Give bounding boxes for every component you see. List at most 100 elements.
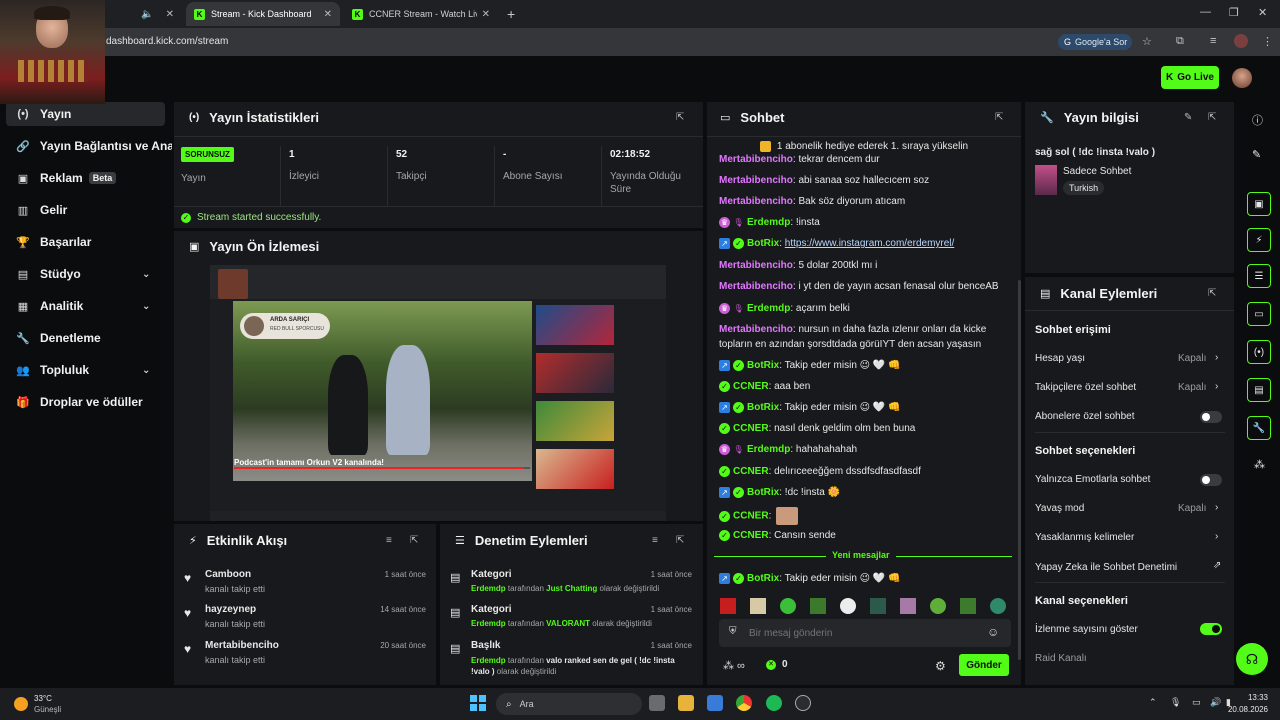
sidebar-item-revenue[interactable]: ▥ Gelir bbox=[16, 198, 68, 222]
emote-icon[interactable] bbox=[810, 598, 826, 614]
store-icon[interactable] bbox=[707, 695, 723, 711]
chevron-down-icon[interactable]: ⌄ bbox=[142, 301, 150, 312]
weather-desc[interactable]: Güneşli bbox=[34, 705, 61, 714]
slow-mode-value[interactable]: Kapalı bbox=[1178, 503, 1206, 514]
minimize-icon[interactable]: — bbox=[1200, 6, 1211, 18]
sidebar-item-studio[interactable]: ▤ Stüdyo ⌄ bbox=[16, 262, 166, 286]
followers-only-value[interactable]: Kapalı bbox=[1178, 382, 1206, 393]
avatar[interactable] bbox=[1232, 68, 1252, 88]
chevron-right-icon[interactable]: › bbox=[1215, 352, 1218, 363]
tab-stream-dashboard[interactable]: K Stream - Kick Dashboard ✕ bbox=[186, 2, 340, 26]
profile-icon[interactable] bbox=[1234, 34, 1248, 48]
sidebar-item-moderation[interactable]: 🔧 Denetleme bbox=[16, 326, 101, 350]
chrome-icon[interactable] bbox=[736, 695, 752, 711]
url-input[interactable]: dashboard.kick.com/stream bbox=[106, 36, 228, 47]
tab-muted[interactable]: 🔈 ✕ bbox=[108, 2, 182, 26]
filter-icon[interactable]: ≡ bbox=[386, 535, 392, 546]
settings-icon[interactable]: ▤ bbox=[1247, 378, 1271, 402]
chevron-down-icon[interactable]: ⌄ bbox=[142, 365, 150, 376]
emote-icon[interactable] bbox=[750, 598, 766, 614]
pencil-icon[interactable]: ✎ bbox=[1184, 112, 1192, 123]
chevron-down-icon[interactable]: ⌄ bbox=[142, 269, 150, 280]
emote-icon[interactable] bbox=[720, 598, 736, 614]
emote-icon[interactable] bbox=[900, 598, 916, 614]
clock-time[interactable]: 13:33 bbox=[1228, 693, 1268, 702]
external-link-icon[interactable]: ⇗ bbox=[1213, 560, 1221, 571]
sidebar-item-yayin[interactable]: (•) Yayın bbox=[6, 102, 165, 126]
media-icon[interactable]: ≡ bbox=[1210, 35, 1216, 47]
show-viewers-toggle[interactable] bbox=[1200, 623, 1222, 635]
google-ask-button[interactable]: G Google'a Sor bbox=[1058, 34, 1132, 50]
ai-mod-label[interactable]: Yapay Zeka ile Sohbet Denetimi bbox=[1035, 562, 1177, 573]
emote-icon[interactable] bbox=[930, 598, 946, 614]
points-counter[interactable]: ✕ 0 bbox=[766, 659, 788, 670]
people-infinity-icon[interactable]: ⁂ ∞ bbox=[723, 659, 745, 672]
new-tab-button[interactable]: + bbox=[507, 6, 515, 22]
folder-icon[interactable] bbox=[678, 695, 694, 711]
app-icon[interactable] bbox=[795, 695, 811, 711]
tab-ccner-stream[interactable]: K CCNER Stream - Watch Live on ✕ bbox=[344, 2, 498, 26]
support-headset-icon[interactable]: ☊ bbox=[1236, 643, 1268, 675]
close-window-icon[interactable]: ✕ bbox=[1258, 6, 1267, 19]
close-icon[interactable]: ✕ bbox=[324, 9, 332, 20]
sidebar-item-ads[interactable]: ▣ Reklam Beta bbox=[16, 166, 117, 190]
extensions-icon[interactable]: ⧉ bbox=[1176, 35, 1184, 48]
send-button[interactable]: Gönder bbox=[959, 654, 1009, 676]
popout-icon[interactable]: ⇱ bbox=[1208, 112, 1216, 123]
chat-input[interactable] bbox=[749, 625, 979, 641]
popout-icon[interactable]: ⇱ bbox=[676, 112, 684, 123]
lightning-icon[interactable]: ⚡ bbox=[1247, 228, 1271, 252]
popout-icon[interactable]: ⇱ bbox=[410, 535, 418, 546]
banned-words-label[interactable]: Yasaklanmış kelimeler bbox=[1035, 532, 1134, 543]
sidebar-item-community[interactable]: 👥 Topluluk ⌄ bbox=[16, 358, 166, 382]
community-icon[interactable]: ⁂ bbox=[1254, 458, 1265, 471]
chat-scrollbar[interactable] bbox=[1018, 280, 1021, 660]
clock-date[interactable]: 20.08.2026 bbox=[1218, 705, 1268, 714]
popout-icon[interactable]: ⇱ bbox=[676, 535, 684, 546]
bookmark-star-icon[interactable]: ☆ bbox=[1142, 35, 1152, 48]
popout-icon[interactable]: ⇱ bbox=[1208, 288, 1216, 299]
close-icon[interactable]: ✕ bbox=[166, 9, 174, 20]
list-icon[interactable]: ☰ bbox=[1247, 264, 1271, 288]
info-icon[interactable]: ⓘ bbox=[1252, 112, 1263, 128]
sidebar-item-achievements[interactable]: 🏆 Başarılar bbox=[16, 230, 91, 254]
filter-icon[interactable]: ≡ bbox=[652, 535, 658, 546]
network-icon[interactable]: ▭ bbox=[1192, 697, 1201, 708]
preview-toggle-icon[interactable]: ▣ bbox=[1247, 192, 1271, 216]
emote-icon[interactable] bbox=[840, 598, 856, 614]
weather-temp[interactable]: 33°C bbox=[34, 694, 52, 703]
chat-link[interactable]: https://www.instagram.com/erdemyrel/ bbox=[785, 238, 955, 249]
raid-channel-label[interactable]: Raid Kanalı bbox=[1035, 653, 1087, 664]
chevron-right-icon[interactable]: › bbox=[1215, 531, 1218, 542]
emote-icon[interactable] bbox=[960, 598, 976, 614]
restore-icon[interactable]: ❐ bbox=[1229, 6, 1239, 19]
chevron-right-icon[interactable]: › bbox=[1215, 381, 1218, 392]
gear-icon[interactable]: ⚙ bbox=[935, 659, 946, 673]
taskbar-search[interactable]: ⌕ Ara bbox=[496, 693, 642, 715]
pencil-icon[interactable]: ✎ bbox=[1252, 148, 1261, 161]
popout-icon[interactable]: ⇱ bbox=[995, 112, 1003, 123]
account-age-value[interactable]: Kapalı bbox=[1178, 353, 1206, 364]
close-icon[interactable]: ✕ bbox=[482, 9, 490, 20]
emote-icon[interactable] bbox=[780, 598, 796, 614]
subs-only-toggle[interactable] bbox=[1200, 411, 1222, 423]
task-view-icon[interactable] bbox=[649, 695, 665, 711]
stream-preview[interactable]: ARDA SARIÇI RED BULL SPORCUSU Podcast'in… bbox=[210, 265, 666, 521]
menu-dots-icon[interactable]: ⋮ bbox=[1262, 35, 1273, 48]
emote-icon[interactable] bbox=[870, 598, 886, 614]
windows-start-icon[interactable] bbox=[470, 695, 486, 711]
chat-icon[interactable]: ▭ bbox=[1247, 302, 1271, 326]
emote-only-toggle[interactable] bbox=[1200, 474, 1222, 486]
chevron-up-icon[interactable]: ⌃ bbox=[1149, 697, 1157, 708]
sidebar-item-connection[interactable]: 🔗 Yayın Bağlantısı ve Anahtar bbox=[16, 134, 172, 158]
speaker-icon[interactable]: 🔈 bbox=[141, 9, 153, 20]
emoji-icon[interactable]: ☺ bbox=[987, 625, 999, 639]
go-live-button[interactable]: K Go Live bbox=[1161, 66, 1219, 89]
sidebar-item-drops[interactable]: 🎁 Droplar ve ödüller bbox=[16, 390, 143, 414]
emote-icon[interactable] bbox=[990, 598, 1006, 614]
spotify-icon[interactable] bbox=[766, 695, 782, 711]
mic-icon[interactable]: 🎙 bbox=[1170, 697, 1181, 708]
pinned-sub-banner[interactable]: 1 abonelik hediye ederek 1. sıraya yükse… bbox=[707, 138, 1021, 154]
sidebar-item-analytics[interactable]: ▦ Analitik ⌄ bbox=[16, 294, 166, 318]
chevron-right-icon[interactable]: › bbox=[1215, 502, 1218, 513]
